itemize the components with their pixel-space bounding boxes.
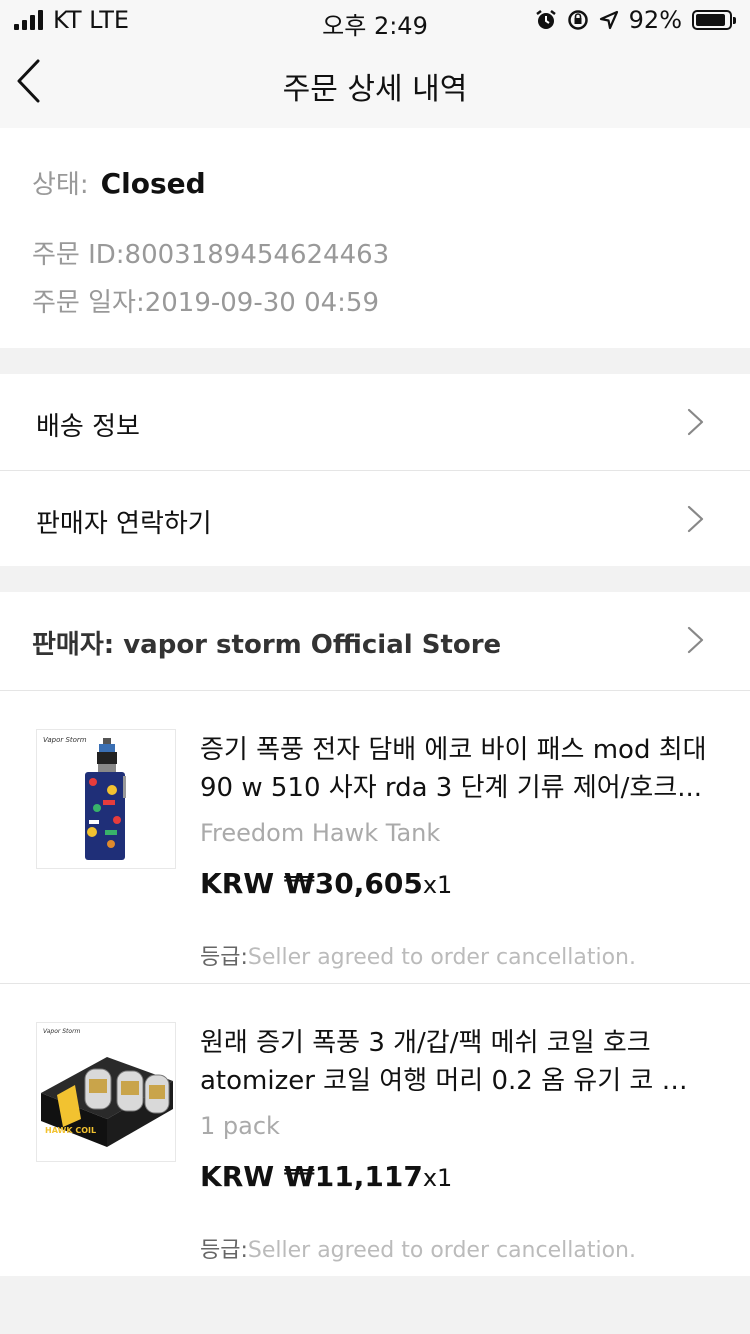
alarm-icon: [535, 10, 556, 29]
product-quantity: x1: [422, 1164, 453, 1192]
order-status: 상태: Closed: [32, 164, 206, 201]
seller-section: 판매자: vapor storm Official Store Vapor St…: [0, 592, 750, 1276]
order-status-value: Closed: [100, 167, 206, 200]
product-variant: Freedom Hawk Tank: [200, 819, 441, 847]
product-price-line: KRW ₩30,605x1: [200, 867, 452, 900]
product-title[interactable]: 증기 폭풍 전자 담배 에코 바이 패스 mod 최대 90 w 510 사자 …: [200, 731, 710, 807]
seller-row[interactable]: 판매자: vapor storm Official Store: [0, 592, 750, 690]
thumb-box-text: HAWK COIL: [45, 1126, 96, 1135]
status-bar-right: 92%: [535, 6, 736, 34]
product-title-line: 90 w 510 사자 rda 3 단계 기류 제어/호크...: [200, 773, 703, 803]
order-summary: 상태: Closed 주문 ID:8003189454624463 주문 일자:…: [0, 128, 750, 348]
product-title-line: 증기 폭풍 전자 담배 에코 바이 패스 mod 최대: [200, 735, 707, 765]
contact-seller-row[interactable]: 판매자 연락하기: [0, 471, 750, 567]
chevron-right-icon: [687, 505, 704, 533]
product-status: 등급:Seller agreed to order cancellation.: [200, 1232, 636, 1264]
chevron-right-icon: [687, 408, 704, 436]
battery-icon: [692, 10, 736, 30]
product-variant: 1 pack: [200, 1112, 280, 1140]
location-icon: [599, 10, 618, 30]
battery-percent: 92%: [628, 6, 682, 34]
seller-name: 판매자: vapor storm Official Store: [32, 630, 502, 660]
page-title: 주문 상세 내역: [282, 72, 468, 107]
product-status-label: 등급:: [200, 945, 248, 970]
product-status-value: Seller agreed to order cancellation.: [247, 945, 636, 970]
shipping-info-label: 배송 정보: [36, 412, 140, 442]
product-thumbnail[interactable]: Vapor Storm HAWK COIL: [36, 1022, 176, 1162]
product-price: KRW ₩11,117: [200, 1160, 423, 1193]
product-status-value: Seller agreed to order cancellation.: [247, 1238, 636, 1263]
battery-level: [696, 14, 726, 26]
order-date: 주문 일자:2019-09-30 04:59: [32, 288, 379, 318]
order-status-label: 상태:: [32, 170, 89, 200]
product-item[interactable]: Vapor Storm 증기 폭풍 전자 담배 에코 바이 패스 mod 최대: [0, 691, 750, 983]
product-status-label: 등급:: [200, 1238, 248, 1263]
product-title-line: atomizer 코일 여행 머리 0.2 옴 유기 코 튼...: [200, 1066, 710, 1096]
product-title-line: 원래 증기 폭풍 3 개/갑/팩 메쉬 코일 호크: [200, 1028, 651, 1058]
coil-pack-image: Vapor Storm HAWK COIL: [41, 1028, 173, 1147]
thumb-brand: Vapor Storm: [43, 736, 87, 744]
product-title[interactable]: 원래 증기 폭풍 3 개/갑/팩 메쉬 코일 호크 atomizer 코일 여행…: [200, 1024, 710, 1100]
rotation-lock-icon: [567, 10, 588, 30]
product-thumbnail[interactable]: Vapor Storm: [36, 729, 176, 869]
thumb-brand: Vapor Storm: [43, 1028, 81, 1035]
order-menu: 배송 정보 판매자 연락하기: [0, 374, 750, 566]
product-status: 등급:Seller agreed to order cancellation.: [200, 939, 636, 971]
contact-seller-label: 판매자 연락하기: [36, 509, 212, 539]
shipping-info-row[interactable]: 배송 정보: [0, 374, 750, 470]
product-quantity: x1: [422, 871, 453, 899]
product-price: KRW ₩30,605: [200, 867, 423, 900]
vape-mod-image: Vapor Storm: [43, 736, 126, 860]
chevron-right-icon: [687, 626, 704, 654]
product-item[interactable]: Vapor Storm HAWK COIL 원래 증기 폭풍 3 개/갑/팩 메…: [0, 984, 750, 1276]
nav-bar: 주문 상세 내역: [0, 40, 750, 128]
order-id: 주문 ID:8003189454624463: [32, 240, 390, 270]
product-price-line: KRW ₩11,117x1: [200, 1160, 452, 1193]
status-bar: KT LTE 오후 2:49 92%: [0, 0, 750, 40]
